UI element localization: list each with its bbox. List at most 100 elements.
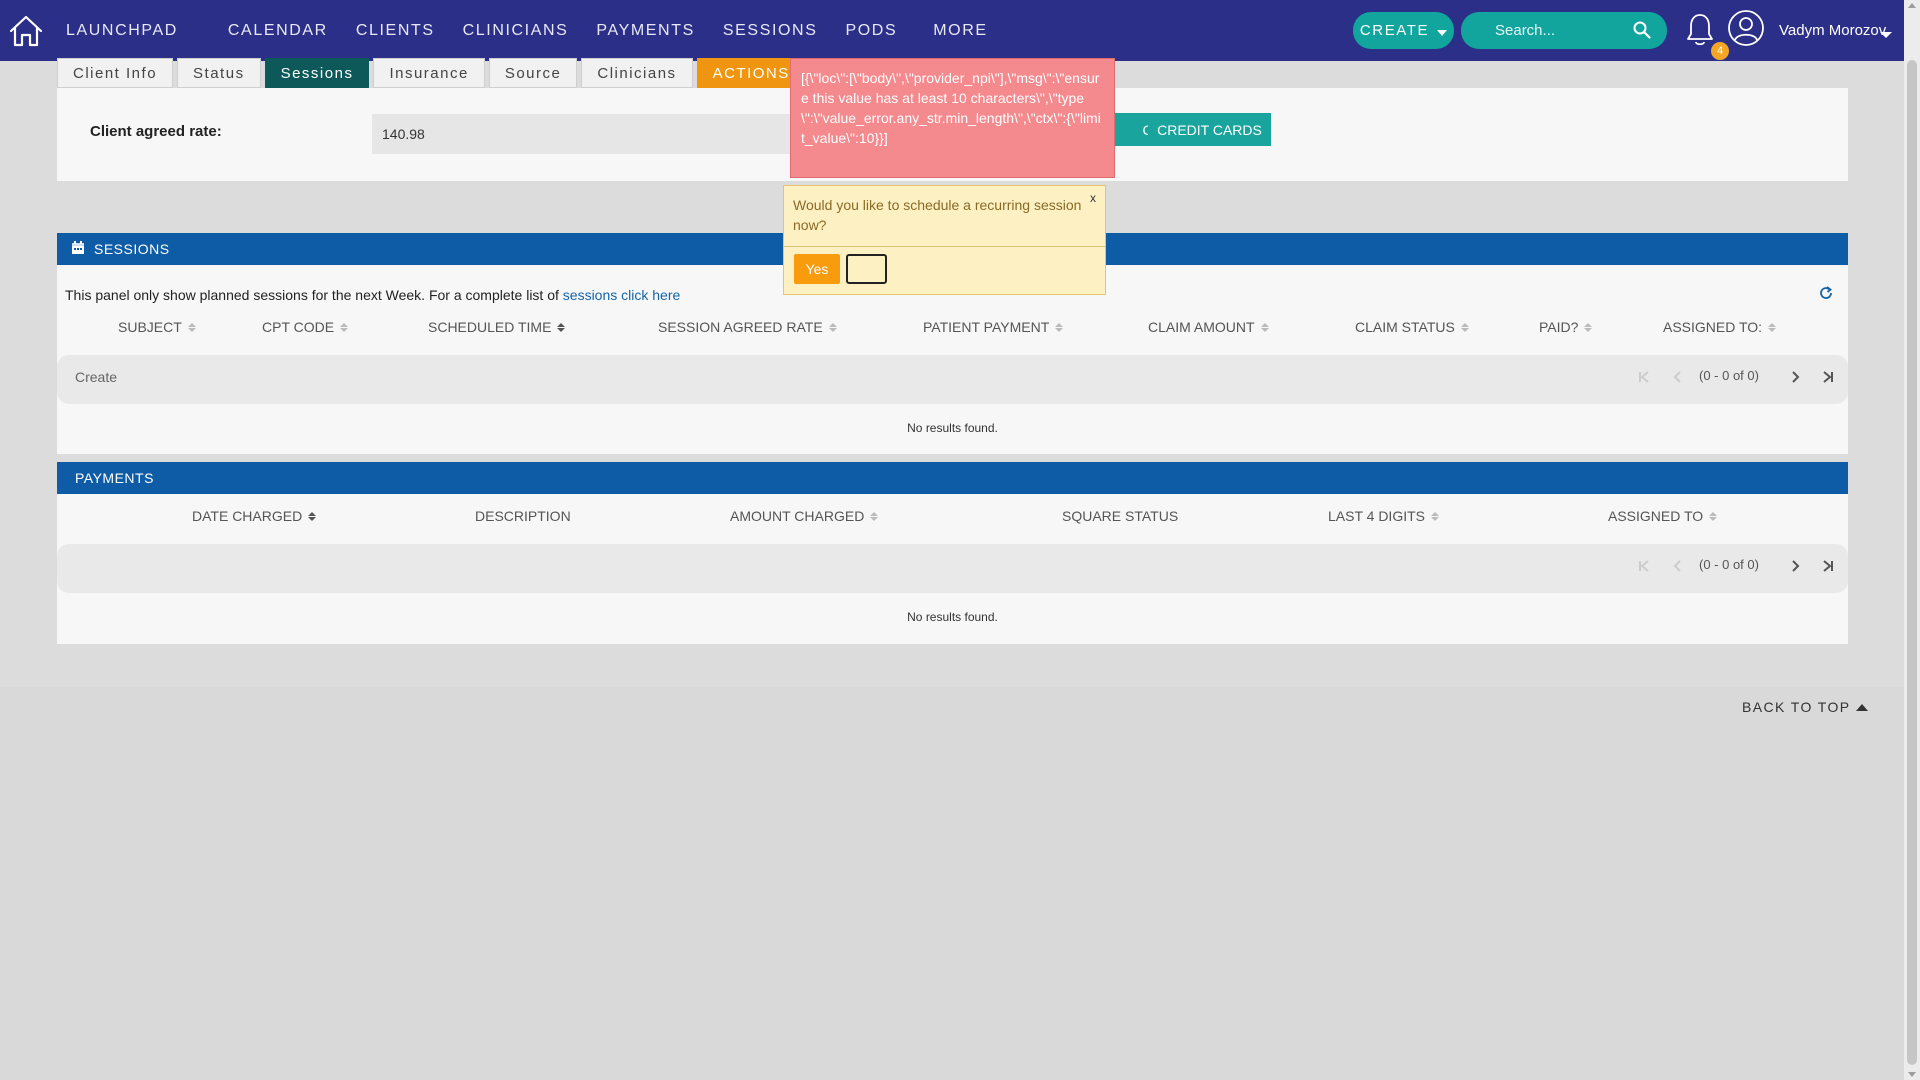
prev-page-icon[interactable] bbox=[1671, 370, 1685, 387]
recurring-session-dialog: Would you like to schedule a recurring s… bbox=[783, 185, 1106, 295]
col-square-status: SQUARE STATUS bbox=[1062, 508, 1178, 524]
nav-launchpad[interactable]: LAUNCHPAD bbox=[52, 0, 192, 61]
sessions-no-results: No results found. bbox=[907, 421, 998, 435]
payments-panel: PAYMENTS DATE CHARGED DESCRIPTION AMOUNT… bbox=[57, 462, 1848, 644]
col-last-4-digits-label: LAST 4 DIGITS bbox=[1328, 508, 1425, 524]
tab-insurance[interactable]: Insurance bbox=[373, 58, 485, 88]
sort-icon[interactable] bbox=[1055, 322, 1064, 332]
col-payment-assigned-to[interactable]: ASSIGNED TO bbox=[1608, 508, 1718, 524]
sort-icon[interactable] bbox=[1460, 322, 1469, 332]
dialog-divider bbox=[784, 246, 1105, 247]
sort-icon[interactable] bbox=[557, 322, 566, 332]
create-session-link[interactable]: Create bbox=[75, 369, 117, 385]
col-patient-payment[interactable]: PATIENT PAYMENT bbox=[923, 319, 1064, 335]
nav-pods[interactable]: PODS bbox=[831, 0, 911, 61]
sort-icon[interactable] bbox=[828, 322, 837, 332]
credit-cards-button[interactable]: CREDIT CARDS bbox=[1148, 113, 1271, 146]
col-square-status-label: SQUARE STATUS bbox=[1062, 508, 1179, 524]
col-claim-status[interactable]: CLAIM STATUS bbox=[1355, 319, 1469, 335]
tab-clinicians[interactable]: Clinicians bbox=[581, 58, 693, 88]
page-scrollbar[interactable] bbox=[1904, 0, 1920, 1080]
col-session-agreed-rate-label: SESSION AGREED RATE bbox=[658, 319, 823, 335]
col-payment-assigned-to-label: ASSIGNED TO bbox=[1608, 508, 1704, 524]
sessions-link[interactable]: sessions click here bbox=[563, 287, 681, 303]
error-toast[interactable]: [{\"loc\":[\"body\",\"provider_npi\"],\"… bbox=[790, 58, 1115, 178]
user-avatar-icon[interactable] bbox=[1727, 9, 1765, 50]
tab-status[interactable]: Status bbox=[177, 58, 261, 88]
sort-icon[interactable] bbox=[308, 511, 317, 521]
payments-title: PAYMENTS bbox=[75, 470, 154, 486]
sort-icon[interactable] bbox=[340, 322, 349, 332]
col-scheduled-time-label: SCHEDULED TIME bbox=[428, 319, 552, 335]
tab-client-info[interactable]: Client Info bbox=[57, 58, 174, 88]
back-to-top-label: BACK TO TOP bbox=[1742, 699, 1851, 715]
nav-more[interactable]: MORE bbox=[911, 0, 1001, 61]
next-page-icon[interactable] bbox=[1788, 559, 1802, 576]
col-patient-payment-label: PATIENT PAYMENT bbox=[923, 319, 1050, 335]
tab-source[interactable]: Source bbox=[488, 58, 578, 88]
user-name[interactable]: Vadym Morozov bbox=[1779, 22, 1886, 39]
col-paid[interactable]: PAID? bbox=[1539, 319, 1593, 335]
sessions-title: SESSIONS bbox=[94, 241, 170, 257]
scroll-thumb[interactable] bbox=[1907, 60, 1917, 1065]
col-cpt-code[interactable]: CPT CODE bbox=[262, 319, 349, 335]
sort-icon[interactable] bbox=[1260, 322, 1269, 332]
col-description-label: DESCRIPTION bbox=[475, 508, 571, 524]
col-claim-amount[interactable]: CLAIM AMOUNT bbox=[1148, 319, 1269, 335]
sessions-column-headers: SUBJECT CPT CODE SCHEDULED TIME SESSION … bbox=[57, 319, 1848, 347]
col-description: DESCRIPTION bbox=[475, 508, 571, 524]
recurring-session-question: Would you like to schedule a recurring s… bbox=[793, 197, 1082, 233]
col-date-charged-label: DATE CHARGED bbox=[192, 508, 303, 524]
bell-icon[interactable] bbox=[1685, 12, 1715, 51]
nav-clients[interactable]: CLIENTS bbox=[342, 0, 449, 61]
user-menu-chevron-icon[interactable] bbox=[1880, 32, 1892, 38]
sort-icon[interactable] bbox=[187, 322, 196, 332]
payments-column-headers: DATE CHARGED DESCRIPTION AMOUNT CHARGED … bbox=[57, 508, 1848, 536]
sessions-pager-info: (0 - 0 of 0) bbox=[1699, 368, 1759, 383]
payments-panel-header: PAYMENTS bbox=[57, 462, 1848, 494]
col-amount-charged[interactable]: AMOUNT CHARGED bbox=[730, 508, 879, 524]
col-session-agreed-rate[interactable]: SESSION AGREED RATE bbox=[658, 319, 837, 335]
payments-no-results: No results found. bbox=[907, 610, 998, 624]
refresh-icon[interactable] bbox=[1818, 285, 1834, 304]
nav-calendar[interactable]: CALENDAR bbox=[192, 0, 342, 61]
payments-pager: (0 - 0 of 0) bbox=[57, 544, 1848, 593]
yes-button[interactable]: Yes bbox=[794, 254, 840, 284]
last-page-icon[interactable] bbox=[1821, 559, 1835, 576]
sessions-note-text: This panel only show planned sessions fo… bbox=[65, 287, 563, 303]
first-page-icon[interactable] bbox=[1637, 370, 1651, 387]
col-assigned-to[interactable]: ASSIGNED TO: bbox=[1663, 319, 1777, 335]
search-box bbox=[1461, 12, 1667, 49]
col-amount-charged-label: AMOUNT CHARGED bbox=[730, 508, 865, 524]
create-button[interactable]: CREATE bbox=[1353, 12, 1454, 49]
tab-sessions[interactable]: Sessions bbox=[264, 58, 370, 88]
page-footer bbox=[0, 687, 1904, 1080]
nav-payments[interactable]: PAYMENTS bbox=[582, 0, 708, 61]
client-agreed-rate-label: Client agreed rate: bbox=[90, 123, 222, 140]
close-icon[interactable]: x bbox=[1085, 190, 1101, 206]
nav-clinicians[interactable]: CLINICIANS bbox=[449, 0, 583, 61]
search-icon[interactable] bbox=[1633, 21, 1651, 42]
col-scheduled-time[interactable]: SCHEDULED TIME bbox=[428, 319, 566, 335]
scroll-down-icon[interactable] bbox=[1908, 1072, 1916, 1077]
prev-page-icon[interactable] bbox=[1671, 559, 1685, 576]
col-date-charged[interactable]: DATE CHARGED bbox=[192, 508, 317, 524]
no-button[interactable] bbox=[846, 254, 887, 284]
col-subject-label: SUBJECT bbox=[118, 319, 182, 335]
nav-sessions[interactable]: SESSIONS bbox=[709, 0, 832, 61]
next-page-icon[interactable] bbox=[1788, 370, 1802, 387]
calendar-icon bbox=[71, 240, 85, 258]
home-icon[interactable] bbox=[0, 0, 52, 61]
back-to-top-link[interactable]: BACK TO TOP bbox=[1742, 699, 1868, 715]
sort-icon[interactable] bbox=[1584, 322, 1593, 332]
col-last-4-digits[interactable]: LAST 4 DIGITS bbox=[1328, 508, 1439, 524]
sort-icon[interactable] bbox=[1709, 511, 1718, 521]
col-subject[interactable]: SUBJECT bbox=[118, 319, 196, 335]
sort-icon[interactable] bbox=[870, 511, 879, 521]
last-page-icon[interactable] bbox=[1821, 370, 1835, 387]
sort-icon[interactable] bbox=[1431, 511, 1439, 521]
first-page-icon[interactable] bbox=[1637, 559, 1651, 576]
search-input[interactable] bbox=[1495, 22, 1625, 39]
scroll-up-icon[interactable] bbox=[1908, 3, 1916, 8]
sort-icon[interactable] bbox=[1768, 322, 1777, 332]
